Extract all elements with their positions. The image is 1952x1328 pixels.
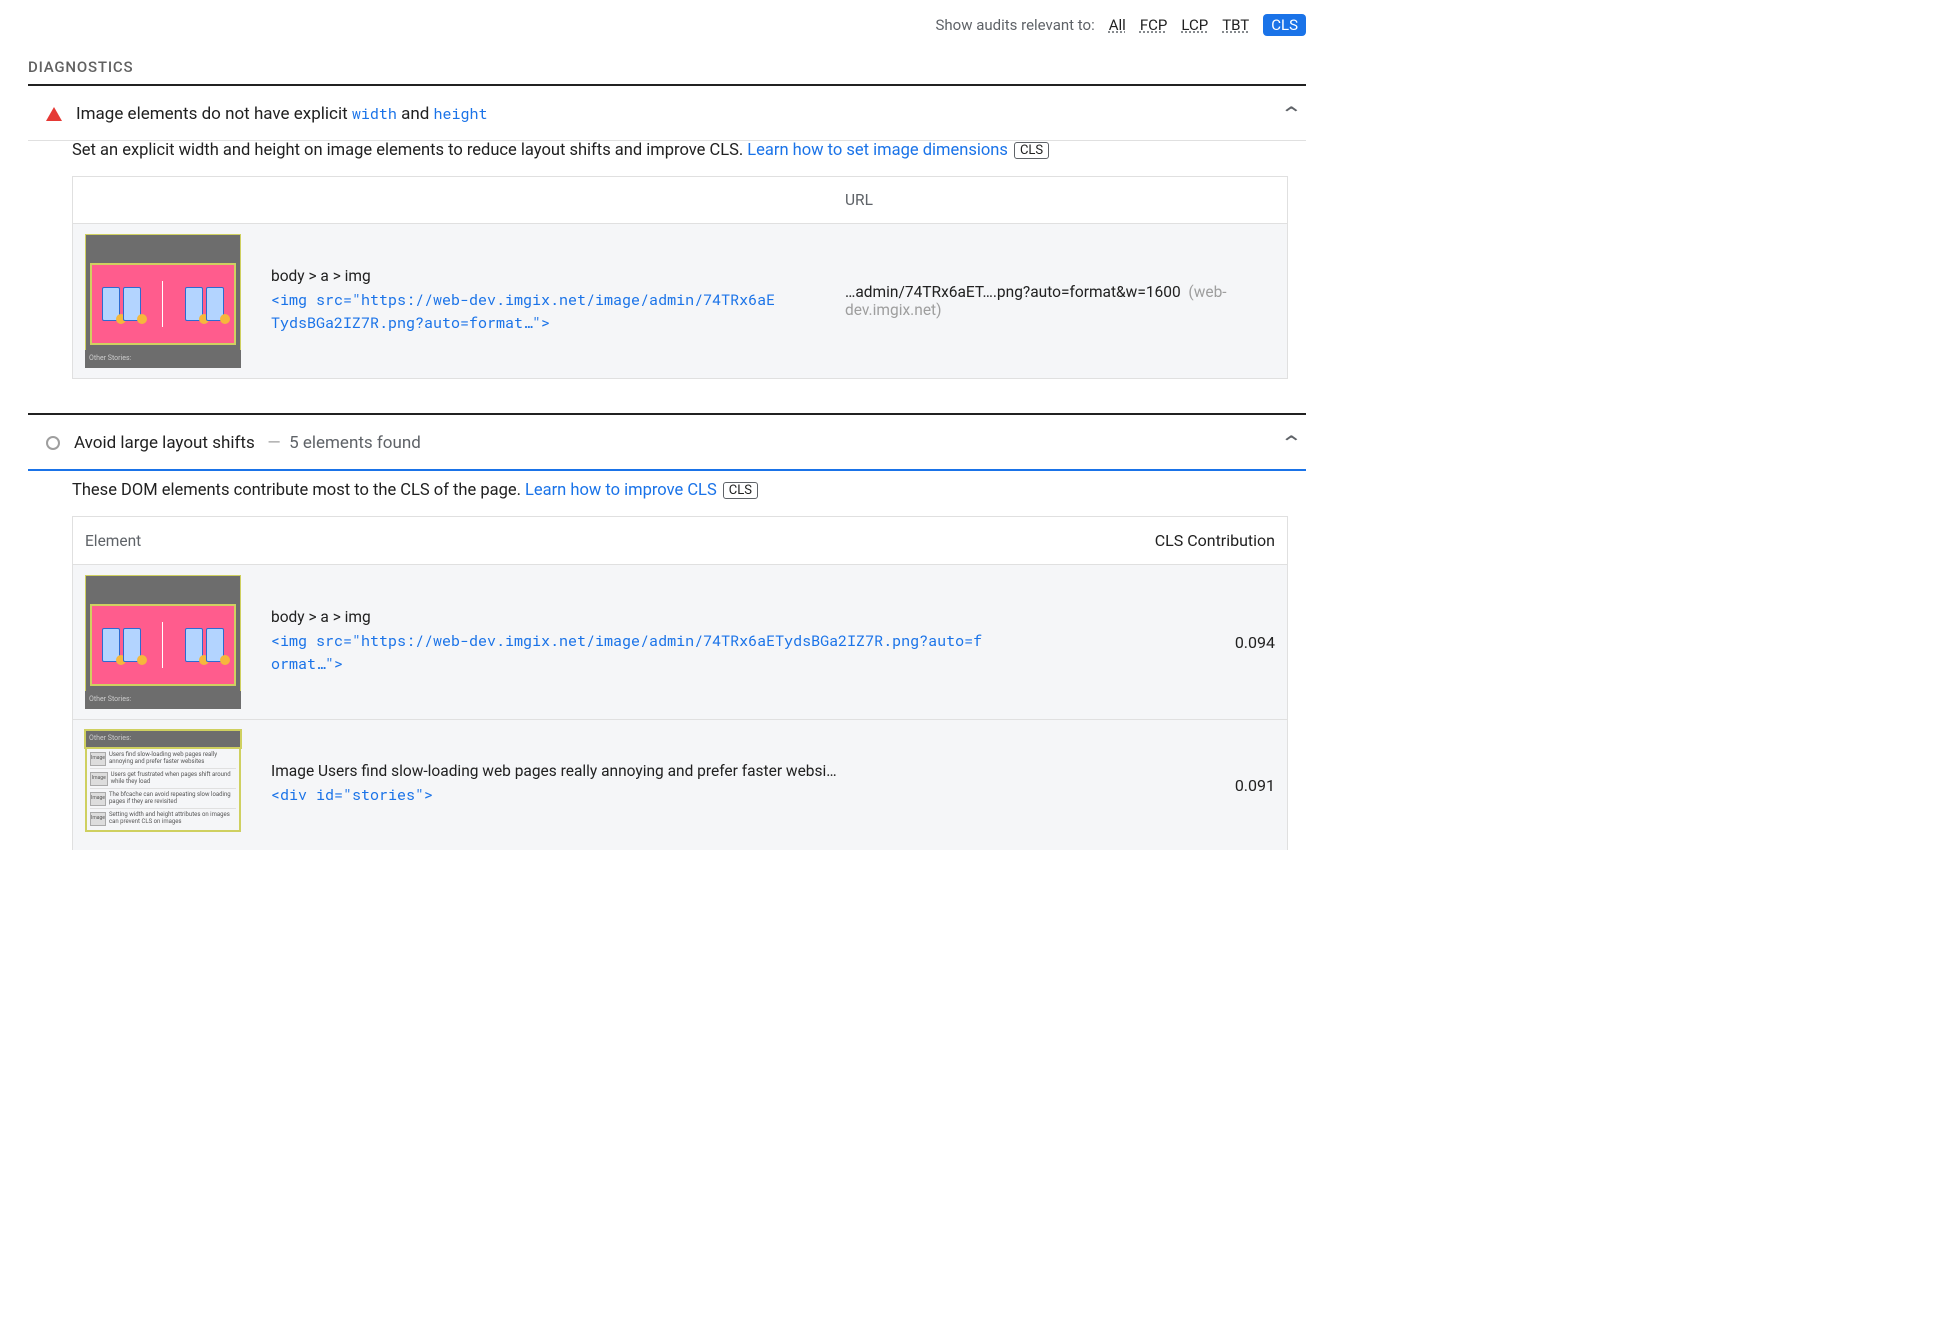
circle-info-icon [46, 436, 60, 450]
audit-subtitle: 5 elements found [289, 433, 421, 453]
audit-description: Set an explicit width and height on imag… [72, 141, 743, 160]
divider [28, 413, 1306, 415]
audit-table: Element CLS Contribution Other Stories: … [72, 516, 1288, 850]
metric-badge: CLS [723, 482, 758, 499]
metric-filter-bar: Show audits relevant to: All FCP LCP TBT… [28, 14, 1306, 36]
element-selector: Image Users find slow-loading web pages … [271, 762, 1155, 780]
filter-fcp[interactable]: FCP [1140, 16, 1168, 34]
audit-title: Avoid large layout shifts — 5 elements f… [74, 433, 1269, 453]
table-row[interactable]: Other Stories: body > a > img <img src="… [73, 224, 1287, 379]
audit-title: Image elements do not have explicit widt… [76, 104, 1269, 124]
cls-value: 0.094 [1155, 633, 1275, 652]
filter-tbt[interactable]: TBT [1222, 16, 1249, 34]
audit-row-image-dimensions[interactable]: Image elements do not have explicit widt… [28, 90, 1306, 140]
table-row[interactable]: Other Stories: body > a > img <img src="… [73, 565, 1287, 720]
divider [28, 469, 1306, 471]
table-row[interactable]: Other Stories: ImageUsers find slow-load… [73, 720, 1287, 850]
triangle-warning-icon [46, 107, 62, 121]
cls-value: 0.091 [1155, 776, 1275, 795]
metric-badge: CLS [1014, 142, 1049, 159]
filter-all[interactable]: All [1109, 16, 1126, 34]
learn-more-link[interactable]: Learn how to set image dimensions [747, 141, 1008, 160]
audit-table: URL Other Stories: body > a > img <img s… [72, 176, 1288, 379]
diagnostics-heading: DIAGNOSTICS [28, 58, 1306, 76]
element-snippet: <div id="stories"> [271, 784, 991, 807]
column-header-element: Element [85, 532, 1135, 550]
filter-label: Show audits relevant to: [936, 16, 1095, 34]
element-thumbnail: Other Stories: ImageUsers find slow-load… [85, 730, 241, 840]
column-header-cls: CLS Contribution [1135, 531, 1275, 550]
divider [28, 84, 1306, 86]
audit-body: Set an explicit width and height on imag… [28, 141, 1306, 389]
element-snippet: <img src="https://web-dev.imgix.net/imag… [271, 289, 781, 336]
element-thumbnail: Other Stories: [85, 234, 241, 368]
audit-body: These DOM elements contribute most to th… [28, 481, 1306, 860]
chevron-up-icon: ⌃ [1280, 431, 1303, 455]
element-thumbnail: Other Stories: [85, 575, 241, 709]
audit-description: These DOM elements contribute most to th… [72, 481, 521, 500]
audit-row-layout-shifts[interactable]: Avoid large layout shifts — 5 elements f… [28, 419, 1306, 469]
learn-more-link[interactable]: Learn how to improve CLS [525, 481, 717, 500]
element-selector: body > a > img [271, 267, 845, 285]
element-selector: body > a > img [271, 608, 1155, 626]
column-header-url: URL [845, 191, 1275, 209]
filter-lcp[interactable]: LCP [1181, 16, 1208, 34]
chevron-up-icon: ⌃ [1280, 102, 1303, 126]
element-snippet: <img src="https://web-dev.imgix.net/imag… [271, 630, 991, 677]
filter-cls[interactable]: CLS [1263, 14, 1306, 36]
resource-url: …admin/74TRx6aET….png?auto=format&w=1600 [845, 283, 1181, 301]
